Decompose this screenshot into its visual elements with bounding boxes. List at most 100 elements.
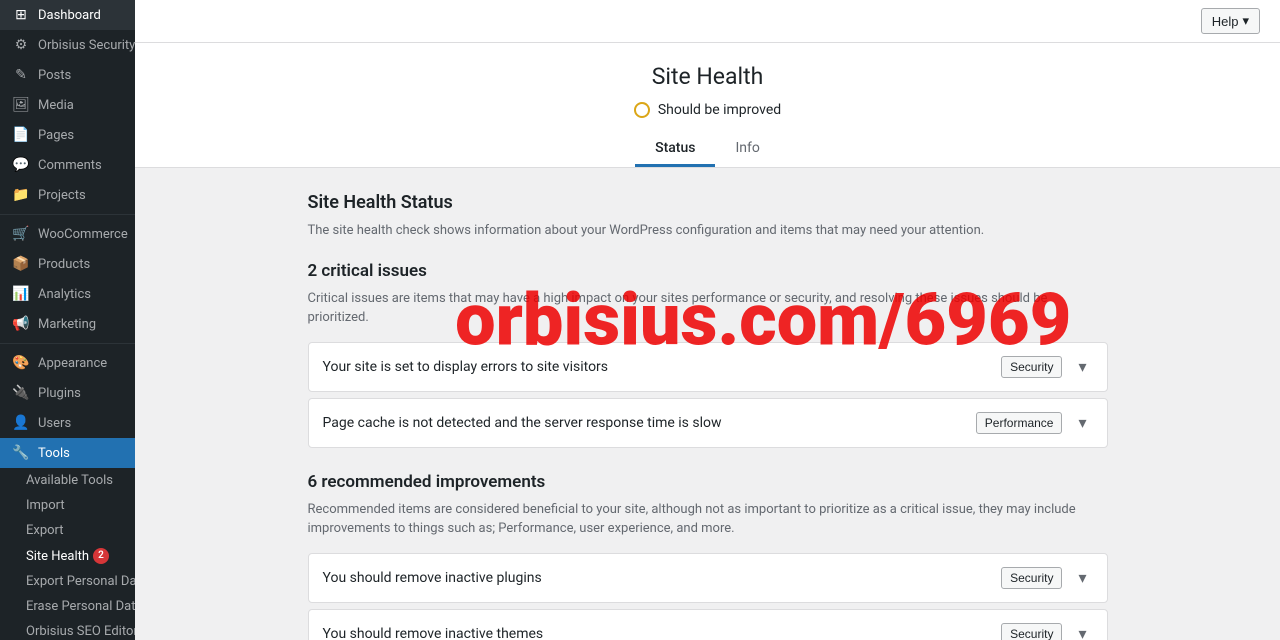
tools-icon: 🔧 <box>12 445 30 461</box>
sidebar-item-analytics[interactable]: 📊 Analytics <box>0 279 135 309</box>
sidebar-item-orbisius-security[interactable]: ⚙ Orbisius Security <box>0 30 135 60</box>
sidebar-item-label: Tools <box>38 446 70 461</box>
sidebar-sub-erase-personal[interactable]: Erase Personal Data <box>0 594 135 619</box>
tab-info[interactable]: Info <box>715 132 779 167</box>
expand-button[interactable]: ▾ <box>1072 622 1092 640</box>
sidebar-sub-orbisius-seo[interactable]: Orbisius SEO Editor <box>0 619 135 640</box>
security-tag-button[interactable]: Security <box>1001 356 1062 378</box>
help-label: Help <box>1212 14 1239 29</box>
sidebar-item-label: Orbisius Security <box>38 38 135 53</box>
sidebar-item-label: Media <box>38 98 74 113</box>
sidebar-sub-import[interactable]: Import <box>0 493 135 518</box>
recommended-issue-1: You should remove inactive plugins Secur… <box>308 553 1108 603</box>
issue-row: You should remove inactive plugins Secur… <box>309 554 1107 602</box>
tab-status-label: Status <box>655 140 695 156</box>
sub-item-label: Export Personal Data <box>26 574 135 589</box>
marketing-icon: 📢 <box>12 316 30 332</box>
sidebar-item-label: Plugins <box>38 386 81 401</box>
issue-row: You should remove inactive themes Securi… <box>309 610 1107 640</box>
body-content: Site Health Status The site health check… <box>308 168 1108 640</box>
sub-item-label: Import <box>26 498 65 513</box>
content-area: Site Health Should be improved Status In… <box>135 43 1280 640</box>
sidebar-section-appearance: 🎨 Appearance 🔌 Plugins 👤 Users 🔧 Tools <box>0 343 135 468</box>
help-button[interactable]: Help ▾ <box>1201 8 1260 34</box>
sidebar-item-users[interactable]: 👤 Users <box>0 408 135 438</box>
posts-icon: ✎ <box>12 67 30 83</box>
sub-item-label: Orbisius SEO Editor <box>26 624 135 639</box>
sidebar-item-comments[interactable]: 💬 Comments <box>0 150 135 180</box>
sub-item-label: Erase Personal Data <box>26 599 135 614</box>
gear-icon: ⚙ <box>12 37 30 53</box>
expand-button[interactable]: ▾ <box>1072 566 1092 590</box>
sidebar-section-woocommerce: 🛒 WooCommerce 📦 Products 📊 Analytics 📢 M… <box>0 214 135 339</box>
recommended-issues-group: 6 recommended improvements Recommended i… <box>308 472 1108 640</box>
sidebar-sub-site-health[interactable]: Site Health 2 <box>0 543 135 569</box>
sidebar-item-label: Dashboard <box>38 8 101 23</box>
sidebar-item-label: Products <box>38 257 90 272</box>
sidebar-item-label: Appearance <box>38 356 107 371</box>
expand-button[interactable]: ▾ <box>1072 355 1092 379</box>
critical-issues-group: 2 critical issues Critical issues are it… <box>308 261 1108 448</box>
sidebar-item-label: Marketing <box>38 317 96 332</box>
sidebar-sub-export-personal[interactable]: Export Personal Data <box>0 569 135 594</box>
sidebar-item-media[interactable]: 🖼 Media <box>0 90 135 120</box>
sidebar-item-marketing[interactable]: 📢 Marketing <box>0 309 135 339</box>
sidebar-item-posts[interactable]: ✎ Posts <box>0 60 135 90</box>
issue-row: Your site is set to display errors to si… <box>309 343 1107 391</box>
performance-tag-button[interactable]: Performance <box>976 412 1063 434</box>
issue-label: Your site is set to display errors to si… <box>323 359 992 375</box>
critical-count: 2 critical issues <box>308 261 1108 281</box>
sidebar-item-label: Pages <box>38 128 74 143</box>
tab-status[interactable]: Status <box>635 132 715 167</box>
users-icon: 👤 <box>12 415 30 431</box>
expand-button[interactable]: ▾ <box>1072 411 1092 435</box>
projects-icon: 📁 <box>12 187 30 203</box>
sidebar-item-tools[interactable]: 🔧 Tools <box>0 438 135 468</box>
security-tag-button[interactable]: Security <box>1001 567 1062 589</box>
sidebar-sub-available-tools[interactable]: Available Tools <box>0 468 135 493</box>
appearance-icon: 🎨 <box>12 355 30 371</box>
section-desc: The site health check shows information … <box>308 221 1108 241</box>
issue-label: You should remove inactive themes <box>323 626 992 640</box>
media-icon: 🖼 <box>12 97 30 113</box>
sub-item-label: Export <box>26 523 64 538</box>
sidebar-item-plugins[interactable]: 🔌 Plugins <box>0 378 135 408</box>
tab-info-label: Info <box>735 140 759 156</box>
sidebar-main-items: ⊞ Dashboard ⚙ Orbisius Security ✎ Posts … <box>0 0 135 640</box>
status-text: Should be improved <box>658 102 781 118</box>
sidebar-item-projects[interactable]: 📁 Projects <box>0 180 135 210</box>
sidebar-item-appearance[interactable]: 🎨 Appearance <box>0 348 135 378</box>
analytics-icon: 📊 <box>12 286 30 302</box>
tabs: Status Info <box>155 132 1260 167</box>
recommended-count: 6 recommended improvements <box>308 472 1108 492</box>
site-health-badge: 2 <box>93 548 109 564</box>
sub-item-label: Available Tools <box>26 473 113 488</box>
critical-desc: Critical issues are items that may have … <box>308 289 1108 328</box>
comments-icon: 💬 <box>12 157 30 173</box>
issue-row: Page cache is not detected and the serve… <box>309 399 1107 447</box>
sidebar: ⊞ Dashboard ⚙ Orbisius Security ✎ Posts … <box>0 0 135 640</box>
dashboard-icon: ⊞ <box>12 7 30 23</box>
sub-item-label: Site Health <box>26 549 89 564</box>
sidebar-item-label: Comments <box>38 158 102 173</box>
critical-issue-2: Page cache is not detected and the serve… <box>308 398 1108 448</box>
products-icon: 📦 <box>12 256 30 272</box>
page-title: Site Health <box>155 63 1260 90</box>
topbar: Help ▾ <box>135 0 1280 43</box>
sidebar-item-dashboard[interactable]: ⊞ Dashboard <box>0 0 135 30</box>
sidebar-item-products[interactable]: 📦 Products <box>0 249 135 279</box>
sidebar-item-woocommerce[interactable]: 🛒 WooCommerce <box>0 219 135 249</box>
main-content: Help ▾ Site Health Should be improved St… <box>135 0 1280 640</box>
sidebar-sub-items: Available Tools Import Export Site Healt… <box>0 468 135 640</box>
recommended-issue-2: You should remove inactive themes Securi… <box>308 609 1108 640</box>
section-title: Site Health Status <box>308 192 1108 213</box>
plugins-icon: 🔌 <box>12 385 30 401</box>
security-tag-button[interactable]: Security <box>1001 623 1062 640</box>
sidebar-item-label: Analytics <box>38 287 91 302</box>
sidebar-item-label: Posts <box>38 68 71 83</box>
pages-icon: 📄 <box>12 127 30 143</box>
sidebar-item-pages[interactable]: 📄 Pages <box>0 120 135 150</box>
issue-label: You should remove inactive plugins <box>323 570 992 586</box>
woocommerce-icon: 🛒 <box>12 226 30 242</box>
sidebar-sub-export[interactable]: Export <box>0 518 135 543</box>
